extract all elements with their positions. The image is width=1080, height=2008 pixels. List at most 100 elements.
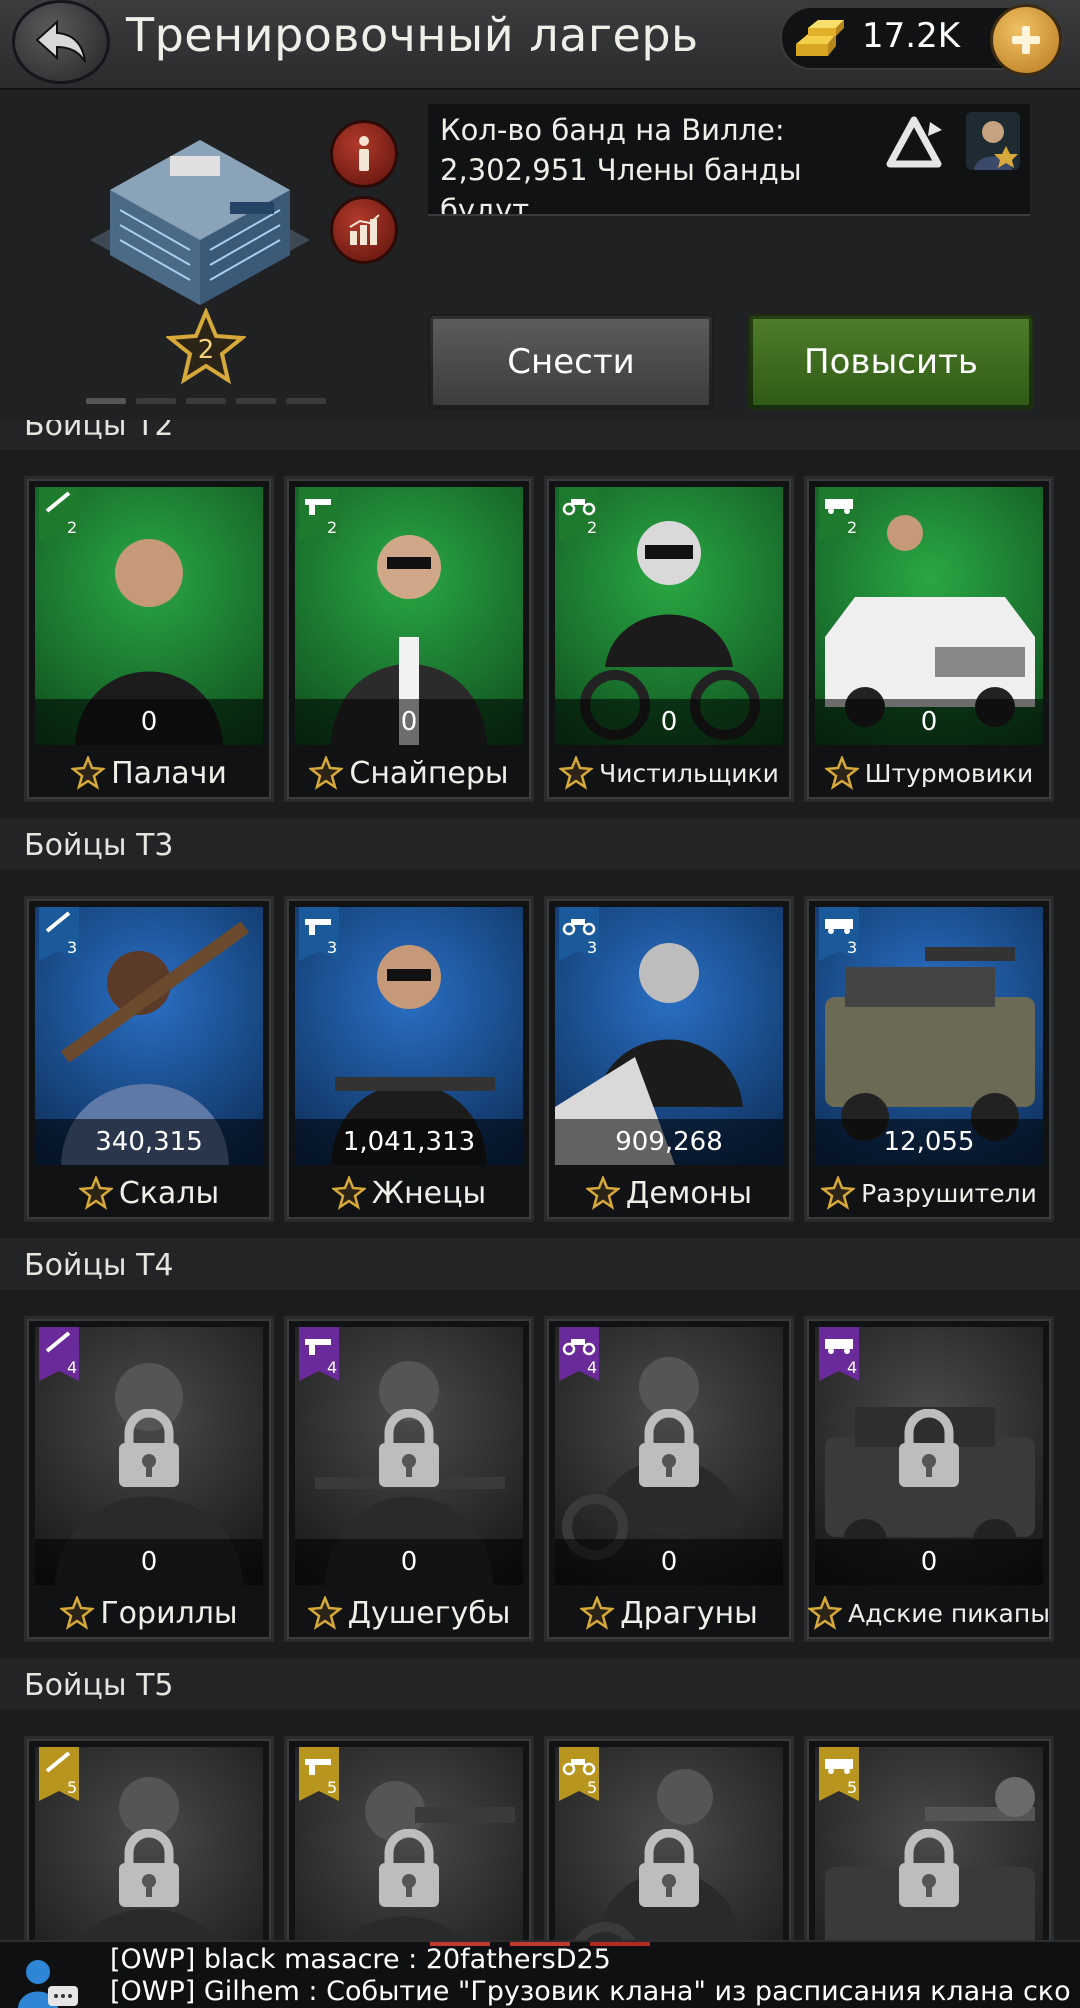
- tier-badge-knife-icon: 3: [39, 907, 79, 961]
- commander-avatar[interactable]: [966, 112, 1020, 170]
- unit-cards: 5 5 5 5: [24, 1716, 1064, 1940]
- tier-badge-vehicle-icon: 5: [819, 1747, 859, 1801]
- unit-card[interactable]: 4 0 Адские пикапы: [804, 1316, 1054, 1642]
- plus-icon: [1012, 26, 1040, 54]
- unit-count: 0: [815, 699, 1043, 745]
- unit-name: Снайперы: [349, 755, 509, 791]
- tier-badge-motorcycle-icon: 2: [559, 487, 599, 541]
- unit-card[interactable]: 5: [284, 1736, 534, 1940]
- unit-card[interactable]: 4 0 Драгуны: [544, 1316, 794, 1642]
- unit-list[interactable]: Бойцы T2 2 0 Палачи 2 0 Снайперы 2 0 Чис…: [0, 420, 1080, 1940]
- svg-text:5: 5: [847, 1778, 857, 1797]
- star-level-icon: [580, 1596, 615, 1630]
- tier-badge-knife-icon: 4: [39, 1327, 79, 1381]
- unit-card[interactable]: 4 0 Душегубы: [284, 1316, 534, 1642]
- unit-count: 0: [295, 1539, 523, 1585]
- chat-message: [OWP] Gilhem : Событие "Грузовик клана" …: [110, 1976, 1071, 2007]
- building-info-box: Кол-во банд на Вилле: 2,302,951 Члены ба…: [428, 104, 1030, 216]
- svg-text:3: 3: [67, 938, 77, 957]
- unit-card[interactable]: 2 0 Снайперы: [284, 476, 534, 802]
- unit-name: Штурмовики: [864, 758, 1034, 788]
- lock-icon: [639, 1409, 699, 1487]
- svg-text:5: 5: [587, 1778, 597, 1797]
- unit-card[interactable]: 4 0 Гориллы: [24, 1316, 274, 1642]
- svg-text:3: 3: [847, 938, 857, 957]
- unit-card[interactable]: 5: [804, 1736, 1054, 1940]
- add-gold-button[interactable]: [990, 4, 1062, 76]
- svg-text:2: 2: [67, 518, 77, 537]
- unit-count: 12,055: [815, 1119, 1043, 1165]
- unit-name: Скалы: [118, 1175, 220, 1211]
- unit-count: 0: [555, 1539, 783, 1585]
- back-button[interactable]: [12, 0, 110, 84]
- info-button[interactable]: [330, 120, 398, 188]
- star-level-icon: [307, 1596, 342, 1630]
- svg-text:4: 4: [327, 1358, 337, 1377]
- unit-name: Разрушители: [861, 1178, 1037, 1208]
- gold-counter: 17.2K: [780, 4, 1064, 76]
- tier-badge-vehicle-icon: 2: [819, 487, 859, 541]
- top-bar: Тренировочный лагерь 17.2K: [0, 0, 1080, 90]
- tier-badge-vehicle-icon: 3: [819, 907, 859, 961]
- unit-name: Драгуны: [620, 1595, 758, 1631]
- stats-button[interactable]: [330, 196, 398, 264]
- unit-count: 0: [35, 1539, 263, 1585]
- unit-count: 0: [35, 699, 263, 745]
- unit-count: 1,041,313: [295, 1119, 523, 1165]
- tier-badge-knife-icon: 5: [39, 1747, 79, 1801]
- unit-card[interactable]: 2 0 Штурмовики: [804, 476, 1054, 802]
- level-number: 2: [198, 335, 215, 365]
- unit-name: Чистильщики: [599, 758, 779, 788]
- svg-text:4: 4: [67, 1358, 77, 1377]
- unit-name: Гориллы: [100, 1595, 238, 1631]
- unit-card[interactable]: 3 909,268 Демоны: [544, 896, 794, 1222]
- unit-count: 0: [295, 699, 523, 745]
- lock-icon: [119, 1409, 179, 1487]
- svg-text:2: 2: [847, 518, 857, 537]
- page-indicator: [86, 398, 326, 404]
- lock-icon: [639, 1829, 699, 1907]
- star-level-icon: [821, 1176, 856, 1210]
- section-tier-4: Бойцы T4 4 0 Гориллы 4 0 Душегубы 4 0 Др…: [0, 1238, 1080, 1642]
- tier-badge-knife-icon: 2: [39, 487, 79, 541]
- gold-bar-icon: [796, 20, 844, 56]
- star-level-icon: [808, 1596, 843, 1630]
- training-center-building-icon: [90, 140, 310, 305]
- tier-badge-rifle-icon: 2: [299, 487, 339, 541]
- gold-value: 17.2K: [862, 16, 960, 56]
- section-tier-2: Бойцы T2 2 0 Палачи 2 0 Снайперы 2 0 Чис…: [0, 420, 1080, 802]
- chat-user-icon[interactable]: [16, 1956, 80, 2008]
- level-star-icon: 2: [166, 308, 246, 385]
- section-title: Бойцы T3: [0, 818, 1080, 870]
- star-level-icon: [824, 756, 859, 790]
- upgrade-button[interactable]: Повысить: [748, 314, 1034, 410]
- bar-chart-icon: [349, 214, 380, 245]
- unit-card[interactable]: 3 12,055 Разрушители: [804, 896, 1054, 1222]
- recycle-icon[interactable]: [882, 116, 946, 172]
- svg-text:2: 2: [327, 518, 337, 537]
- info-text: Кол-во банд на Вилле: 2,302,951 Члены ба…: [440, 113, 802, 216]
- tier-badge-motorcycle-icon: 5: [559, 1747, 599, 1801]
- unit-name: Демоны: [625, 1175, 753, 1211]
- unit-card[interactable]: 3 340,315 Скалы: [24, 896, 274, 1222]
- commander-portrait-icon: [974, 121, 1018, 170]
- tier-badge-rifle-icon: 5: [299, 1747, 339, 1801]
- unit-card[interactable]: 3 1,041,313 Жнецы: [284, 896, 534, 1222]
- lock-icon: [379, 1409, 439, 1487]
- unit-card[interactable]: 5: [544, 1736, 794, 1940]
- tier-badge-motorcycle-icon: 3: [559, 907, 599, 961]
- demolish-button[interactable]: Снести: [428, 314, 714, 410]
- lock-icon: [119, 1829, 179, 1907]
- unit-name: Палачи: [111, 755, 227, 791]
- page-title: Тренировочный лагерь: [126, 8, 699, 62]
- star-level-icon: [559, 756, 594, 790]
- tier-badge-rifle-icon: 4: [299, 1327, 339, 1381]
- unit-card[interactable]: 5: [24, 1736, 274, 1940]
- unit-count: 909,268: [555, 1119, 783, 1165]
- chat-bar[interactable]: [OWP] black masacre : 20fathersD25 [OWP]…: [0, 1940, 1080, 2008]
- unit-card[interactable]: 2 0 Чистильщики: [544, 476, 794, 802]
- tier-badge-vehicle-icon: 4: [819, 1327, 859, 1381]
- unit-card[interactable]: 2 0 Палачи: [24, 476, 274, 802]
- unit-count: 0: [555, 699, 783, 745]
- chat-message: [OWP] black masacre : 20fathersD25: [110, 1944, 611, 1975]
